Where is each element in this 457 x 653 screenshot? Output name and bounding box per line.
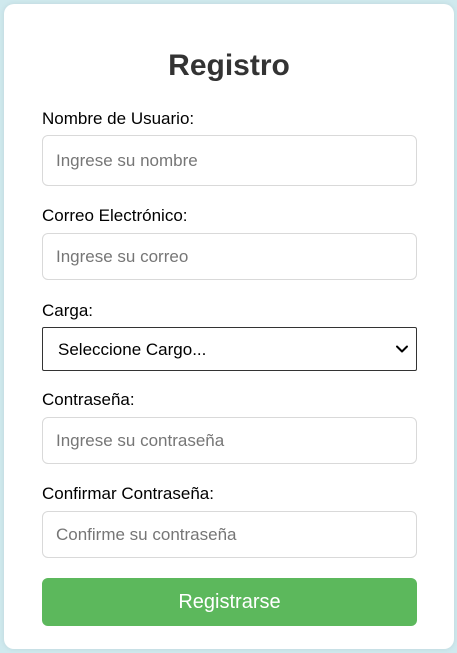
role-select[interactable]: Seleccione Cargo... bbox=[42, 327, 417, 371]
role-label: Carga: bbox=[42, 301, 94, 320]
register-button[interactable]: Registrarse bbox=[42, 578, 417, 626]
password-input[interactable] bbox=[42, 417, 417, 464]
username-label: Nombre de Usuario: bbox=[42, 109, 195, 128]
chevron-down-icon bbox=[396, 345, 408, 353]
email-input[interactable] bbox=[42, 233, 417, 280]
role-select-value: Seleccione Cargo... bbox=[58, 340, 207, 359]
email-label: Correo Electrónico: bbox=[42, 206, 188, 225]
password-label: Contraseña: bbox=[42, 390, 135, 409]
confirm-password-input[interactable] bbox=[42, 511, 417, 558]
username-input[interactable] bbox=[42, 135, 417, 186]
page-title: Registro bbox=[168, 49, 290, 82]
registration-card: Registro Nombre de Usuario: Correo Elect… bbox=[4, 4, 454, 649]
confirm-password-label: Confirmar Contraseña: bbox=[42, 484, 214, 503]
